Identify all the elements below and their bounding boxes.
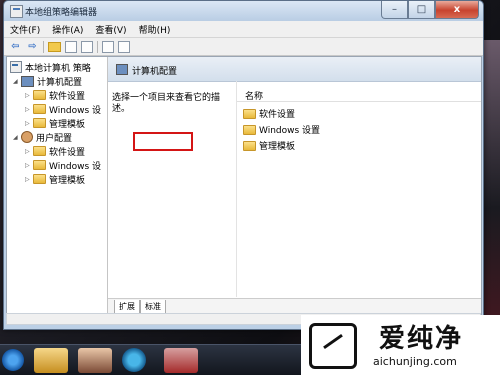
list-item-label: 软件设置: [259, 110, 296, 120]
help-icon[interactable]: [102, 40, 114, 53]
maximize-button[interactable]: □: [408, 1, 435, 19]
computer-icon: [116, 64, 128, 75]
folder-icon: [33, 160, 46, 170]
toolbar: ⇦ ⇨: [4, 38, 483, 56]
tree-computer-config[interactable]: ◢ 计算机配置: [13, 74, 82, 88]
tree-item-label: 软件设置: [49, 91, 86, 102]
app-globe-icon[interactable]: [122, 348, 146, 372]
user-icon: [21, 131, 33, 143]
up-folder-button[interactable]: [48, 41, 61, 53]
item-list: 名称 软件设置 Windows 设置 管理模板: [236, 81, 481, 297]
tree-computer-software[interactable]: ▷ 软件设置: [25, 88, 85, 102]
tree-item-label: 管理模板: [49, 119, 86, 130]
back-arrow-icon[interactable]: ⇦: [9, 41, 22, 53]
expand-triangle-icon[interactable]: ▷: [25, 148, 33, 155]
list-item-software[interactable]: 软件设置: [243, 107, 295, 120]
folder-up-icon: [48, 41, 61, 52]
expand-triangle-icon[interactable]: ▷: [25, 120, 33, 127]
tree-item-label: 管理模板: [49, 175, 86, 186]
list-item-label: Windows 设置: [259, 126, 321, 136]
expand-triangle-icon[interactable]: ▷: [25, 106, 33, 113]
details-header-title: 计算机配置: [132, 67, 178, 77]
properties-icon[interactable]: [81, 40, 93, 53]
watermark-brand: 爱纯净: [379, 324, 464, 354]
folder-icon: [243, 124, 256, 135]
tree-root-label: 本地计算机 策略: [25, 63, 91, 74]
tree-root[interactable]: 本地计算机 策略: [10, 60, 91, 74]
tree-user-config-label: 用户配置: [36, 133, 73, 144]
collapse-triangle-icon[interactable]: ◢: [13, 78, 21, 85]
policy-icon: [10, 61, 22, 73]
show-hide-tree-icon[interactable]: [65, 40, 77, 53]
window-title: 本地组策略编辑器: [25, 8, 98, 18]
tree-computer-config-label: 计算机配置: [37, 77, 83, 88]
tree-item-label: Windows 设: [49, 105, 102, 116]
folder-icon: [33, 90, 46, 100]
media-player-icon[interactable]: [78, 348, 112, 373]
list-item-label: 管理模板: [259, 142, 296, 152]
title-bar[interactable]: 本地组策略编辑器 – □ x: [4, 1, 483, 21]
menu-action[interactable]: 操作(A): [46, 23, 89, 36]
internet-explorer-icon[interactable]: [2, 349, 24, 371]
tab-standard[interactable]: 标准: [140, 300, 166, 314]
client-area: 本地计算机 策略 ◢ 计算机配置 ▷ 软件设置 ▷ Windows 设 ▷ 管理…: [6, 56, 482, 316]
expand-triangle-icon[interactable]: ▷: [25, 176, 33, 183]
forward-arrow-icon[interactable]: ⇨: [26, 41, 39, 53]
explorer-folder-icon[interactable]: [34, 348, 68, 373]
expand-triangle-icon[interactable]: ▷: [25, 92, 33, 99]
filter-icon[interactable]: [118, 40, 130, 53]
toolbar-separator: [43, 40, 44, 53]
folder-icon: [33, 118, 46, 128]
folder-icon: [243, 140, 256, 151]
tree-user-config[interactable]: ◢ 用户配置: [13, 130, 72, 144]
tree-user-admin[interactable]: ▷ 管理模板: [25, 172, 85, 186]
highlight-box-admin-templates: [133, 132, 193, 151]
group-policy-editor-window: 本地组策略编辑器 – □ x 文件(F) 操作(A) 查看(V) 帮助(H) ⇦…: [3, 0, 484, 330]
toolbar-separator: [97, 40, 98, 53]
collapse-triangle-icon[interactable]: ◢: [13, 134, 21, 141]
tree-user-software[interactable]: ▷ 软件设置: [25, 144, 85, 158]
expand-triangle-icon[interactable]: ▷: [25, 162, 33, 169]
tree-user-windows[interactable]: ▷ Windows 设: [25, 158, 101, 172]
folder-icon: [33, 146, 46, 156]
navigation-tree: 本地计算机 策略 ◢ 计算机配置 ▷ 软件设置 ▷ Windows 设 ▷ 管理…: [7, 57, 108, 315]
tree-item-label: 软件设置: [49, 147, 86, 158]
list-item-windows[interactable]: Windows 设置: [243, 123, 320, 136]
computer-icon: [21, 75, 34, 87]
details-pane: 计算机配置 选择一个项目来查看它的描述。 名称 软件设置 Windows 设置 …: [108, 57, 481, 315]
tree-computer-admin[interactable]: ▷ 管理模板: [25, 116, 85, 130]
menu-bar: 文件(F) 操作(A) 查看(V) 帮助(H): [4, 21, 483, 38]
menu-help[interactable]: 帮助(H): [133, 23, 177, 36]
watermark: 爱纯净 aichunjing.com: [301, 315, 500, 375]
folder-icon: [243, 108, 256, 119]
column-divider: [237, 101, 481, 102]
folder-icon: [33, 104, 46, 114]
tab-extended[interactable]: 扩展: [114, 300, 140, 314]
close-button[interactable]: x: [435, 1, 479, 19]
list-item-admin-templates[interactable]: 管理模板: [243, 139, 295, 152]
folder-icon: [33, 174, 46, 184]
menu-view[interactable]: 查看(V): [89, 23, 132, 36]
minimize-button[interactable]: –: [381, 1, 408, 19]
window-controls: – □ x: [381, 1, 479, 19]
tree-computer-windows[interactable]: ▷ Windows 设: [25, 102, 101, 116]
watermark-url: aichunjing.com: [373, 355, 457, 368]
policy-editor-icon: [10, 5, 23, 18]
brand-logo-icon: [309, 323, 357, 369]
details-header: 计算机配置: [108, 57, 481, 82]
app-red-icon[interactable]: [164, 348, 198, 373]
description-text: 选择一个项目来查看它的描述。: [112, 93, 221, 114]
menu-file[interactable]: 文件(F): [4, 23, 46, 36]
tree-item-label: Windows 设: [49, 161, 102, 172]
